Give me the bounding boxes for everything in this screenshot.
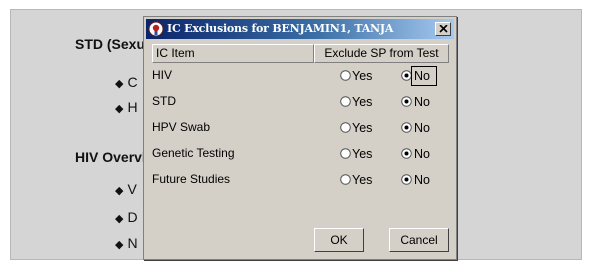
ic-item-label: Genetic Testing (152, 146, 235, 160)
radio-yes[interactable] (340, 174, 351, 185)
radio-button-icon (401, 96, 412, 107)
ic-item-label: Future Studies (152, 172, 231, 186)
radio-button-icon (340, 70, 351, 81)
radio-yes[interactable] (340, 122, 351, 133)
radio-no-selected[interactable] (401, 174, 412, 185)
radio-button-icon (340, 96, 351, 107)
background-bullet-text: V (127, 181, 137, 197)
radio-yes-label[interactable]: Yes (352, 68, 372, 84)
bullet-icon: ◆ (115, 213, 124, 225)
radio-yes[interactable] (340, 96, 351, 107)
dialog-title: IC Exclusions for BENJAMIN1, TANJA (167, 22, 394, 35)
table-row: STD Yes No (152, 93, 449, 118)
background-heading-std: STD (Sexu (75, 36, 146, 52)
bullet-icon: ◆ (115, 78, 124, 90)
background-bullet-text: C (127, 74, 138, 90)
ic-item-label: HPV Swab (152, 120, 211, 134)
radio-yes-label[interactable]: Yes (352, 146, 372, 162)
radio-button-icon (340, 148, 351, 159)
background-bullet-text: D (127, 209, 138, 225)
radio-yes[interactable] (340, 148, 351, 159)
radio-button-icon (401, 148, 412, 159)
radio-no-selected[interactable] (401, 96, 412, 107)
ic-exclusions-dialog: IC Exclusions for BENJAMIN1, TANJA IC It… (143, 16, 457, 260)
close-button[interactable] (435, 22, 451, 36)
background-heading-hiv: HIV Overvi (75, 149, 146, 165)
background-bullet: ◆ N (115, 235, 138, 251)
bullet-icon: ◆ (115, 103, 124, 115)
table-row: Future Studies Yes No (152, 171, 449, 196)
bullet-icon: ◆ (115, 185, 124, 197)
ic-items-table: IC Item Exclude SP from Test HIV Yes No … (152, 44, 449, 238)
application-icon[interactable] (148, 21, 164, 37)
radio-no-label[interactable]: No (414, 120, 430, 136)
background-bullet: ◆ D (115, 209, 138, 225)
radio-button-icon (340, 122, 351, 133)
radio-yes-label[interactable]: Yes (352, 172, 372, 188)
radio-no-label[interactable]: No (414, 94, 430, 110)
ic-item-label: HIV (152, 68, 173, 82)
radio-button-icon (340, 174, 351, 185)
background-bullet: ◆ V (115, 181, 137, 197)
radio-no-label[interactable]: No (414, 172, 430, 188)
ok-button[interactable]: OK (314, 228, 364, 252)
dialog-titlebar[interactable]: IC Exclusions for BENJAMIN1, TANJA (146, 19, 454, 39)
table-row: HPV Swab Yes No (152, 119, 449, 144)
column-header-ic-item[interactable]: IC Item (152, 44, 314, 63)
radio-no-selected[interactable] (401, 148, 412, 159)
table-row: Genetic Testing Yes No (152, 145, 449, 170)
cancel-button[interactable]: Cancel (389, 228, 449, 252)
radio-button-icon (401, 122, 412, 133)
focus-rectangle (411, 66, 437, 86)
radio-no-selected[interactable] (401, 122, 412, 133)
close-icon (439, 25, 448, 33)
radio-button-icon (401, 174, 412, 185)
table-row: HIV Yes No (152, 66, 449, 92)
bullet-icon: ◆ (115, 239, 124, 251)
ic-item-label: STD (152, 94, 176, 108)
radio-yes-label[interactable]: Yes (352, 120, 372, 136)
radio-yes-label[interactable]: Yes (352, 94, 372, 110)
background-bullet-text: H (127, 99, 138, 115)
background-bullet: ◆ H (115, 99, 138, 115)
background-bullet: ◆ C (115, 74, 138, 90)
background-bullet-text: N (127, 235, 138, 251)
radio-no-label[interactable]: No (414, 146, 430, 162)
radio-yes[interactable] (340, 70, 351, 81)
column-header-exclude[interactable]: Exclude SP from Test (314, 44, 449, 63)
